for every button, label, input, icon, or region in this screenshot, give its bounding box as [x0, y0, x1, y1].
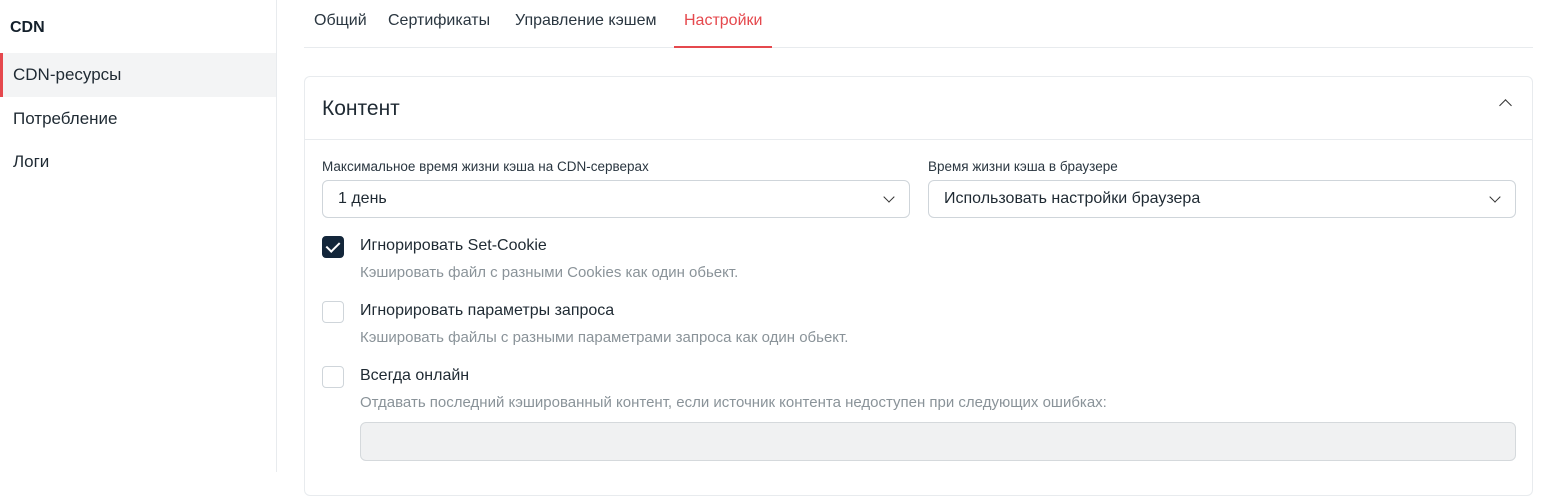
always-online-title: Всегда онлайн: [360, 367, 470, 384]
sidebar-item-consumption[interactable]: Потребление: [0, 97, 276, 141]
chevron-down-icon: [1489, 191, 1501, 203]
always-online-desc: Отдавать последний кэшированный контент,…: [360, 394, 1107, 411]
ignore-set-cookie-checkbox[interactable]: [322, 236, 344, 258]
browser-ttl-value: Использовать настройки браузера: [944, 190, 1201, 207]
always-online-checkbox[interactable]: [322, 366, 344, 388]
ignore-query-params-title: Игнорировать параметры запроса: [360, 302, 615, 319]
browser-ttl-label: Время жизни кэша в браузере: [928, 159, 1118, 174]
cdn-ttl-label: Максимальное время жизни кэша на CDN-сер…: [322, 159, 649, 174]
card-title: Контент: [322, 97, 400, 120]
card-header[interactable]: Контент: [305, 77, 1532, 140]
sidebar-item-cdn-resources[interactable]: CDN-ресурсы: [0, 53, 276, 97]
ignore-set-cookie-title: Игнорировать Set-Cookie: [360, 237, 547, 254]
sidebar-item-logs[interactable]: Логи: [0, 140, 276, 184]
tab-settings[interactable]: Настройки: [674, 12, 773, 48]
sidebar: CDN CDN-ресурсы Потребление Логи: [0, 0, 277, 472]
cdn-ttl-value: 1 день: [338, 190, 387, 207]
tab-cache-management[interactable]: Управление кэшем: [515, 12, 656, 48]
browser-ttl-select[interactable]: Использовать настройки браузера: [928, 180, 1516, 218]
ignore-set-cookie-desc: Кэшировать файл с разными Cookies как од…: [360, 264, 739, 281]
chevron-down-icon: [883, 191, 895, 203]
always-online-errors-input: [360, 422, 1516, 461]
cdn-ttl-select[interactable]: 1 день: [322, 180, 910, 218]
ignore-query-params-desc: Кэшировать файлы с разными параметрами з…: [360, 329, 849, 346]
chevron-up-icon[interactable]: [1499, 99, 1512, 112]
ignore-query-params-checkbox[interactable]: [322, 301, 344, 323]
tabs: Общий Сертификаты Управление кэшем Настр…: [304, 0, 1533, 48]
tab-certificates[interactable]: Сертификаты: [388, 12, 490, 48]
sidebar-title: CDN: [10, 19, 45, 36]
tab-general[interactable]: Общий: [314, 12, 367, 48]
